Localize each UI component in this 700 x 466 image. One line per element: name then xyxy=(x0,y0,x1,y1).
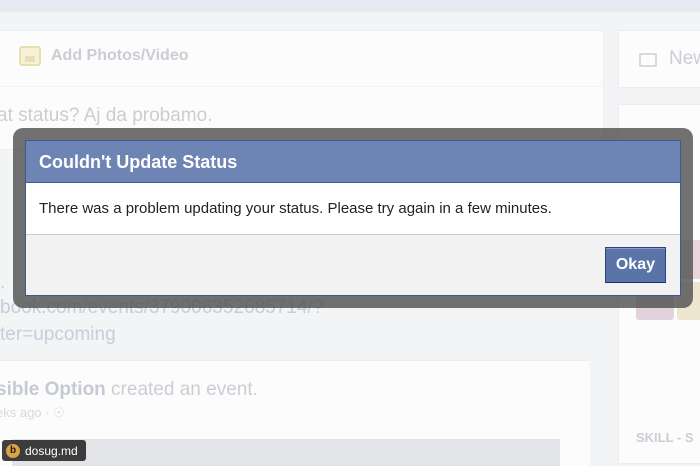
dialog-overlay-frame: Couldn't Update Status There was a probl… xyxy=(13,128,693,308)
dialog-title: Couldn't Update Status xyxy=(26,141,680,183)
watermark-text: dosug.md xyxy=(25,443,78,458)
watermark: b dosug.md xyxy=(2,440,86,461)
okay-button[interactable]: Okay xyxy=(604,247,666,283)
dialog-message: There was a problem updating your status… xyxy=(26,183,680,235)
dialog-footer: Okay xyxy=(26,235,680,295)
error-dialog: Couldn't Update Status There was a probl… xyxy=(25,140,681,296)
watermark-logo: b xyxy=(6,443,20,458)
facebook-page: Add Photos/Video at status? Aj da probam… xyxy=(0,0,700,466)
